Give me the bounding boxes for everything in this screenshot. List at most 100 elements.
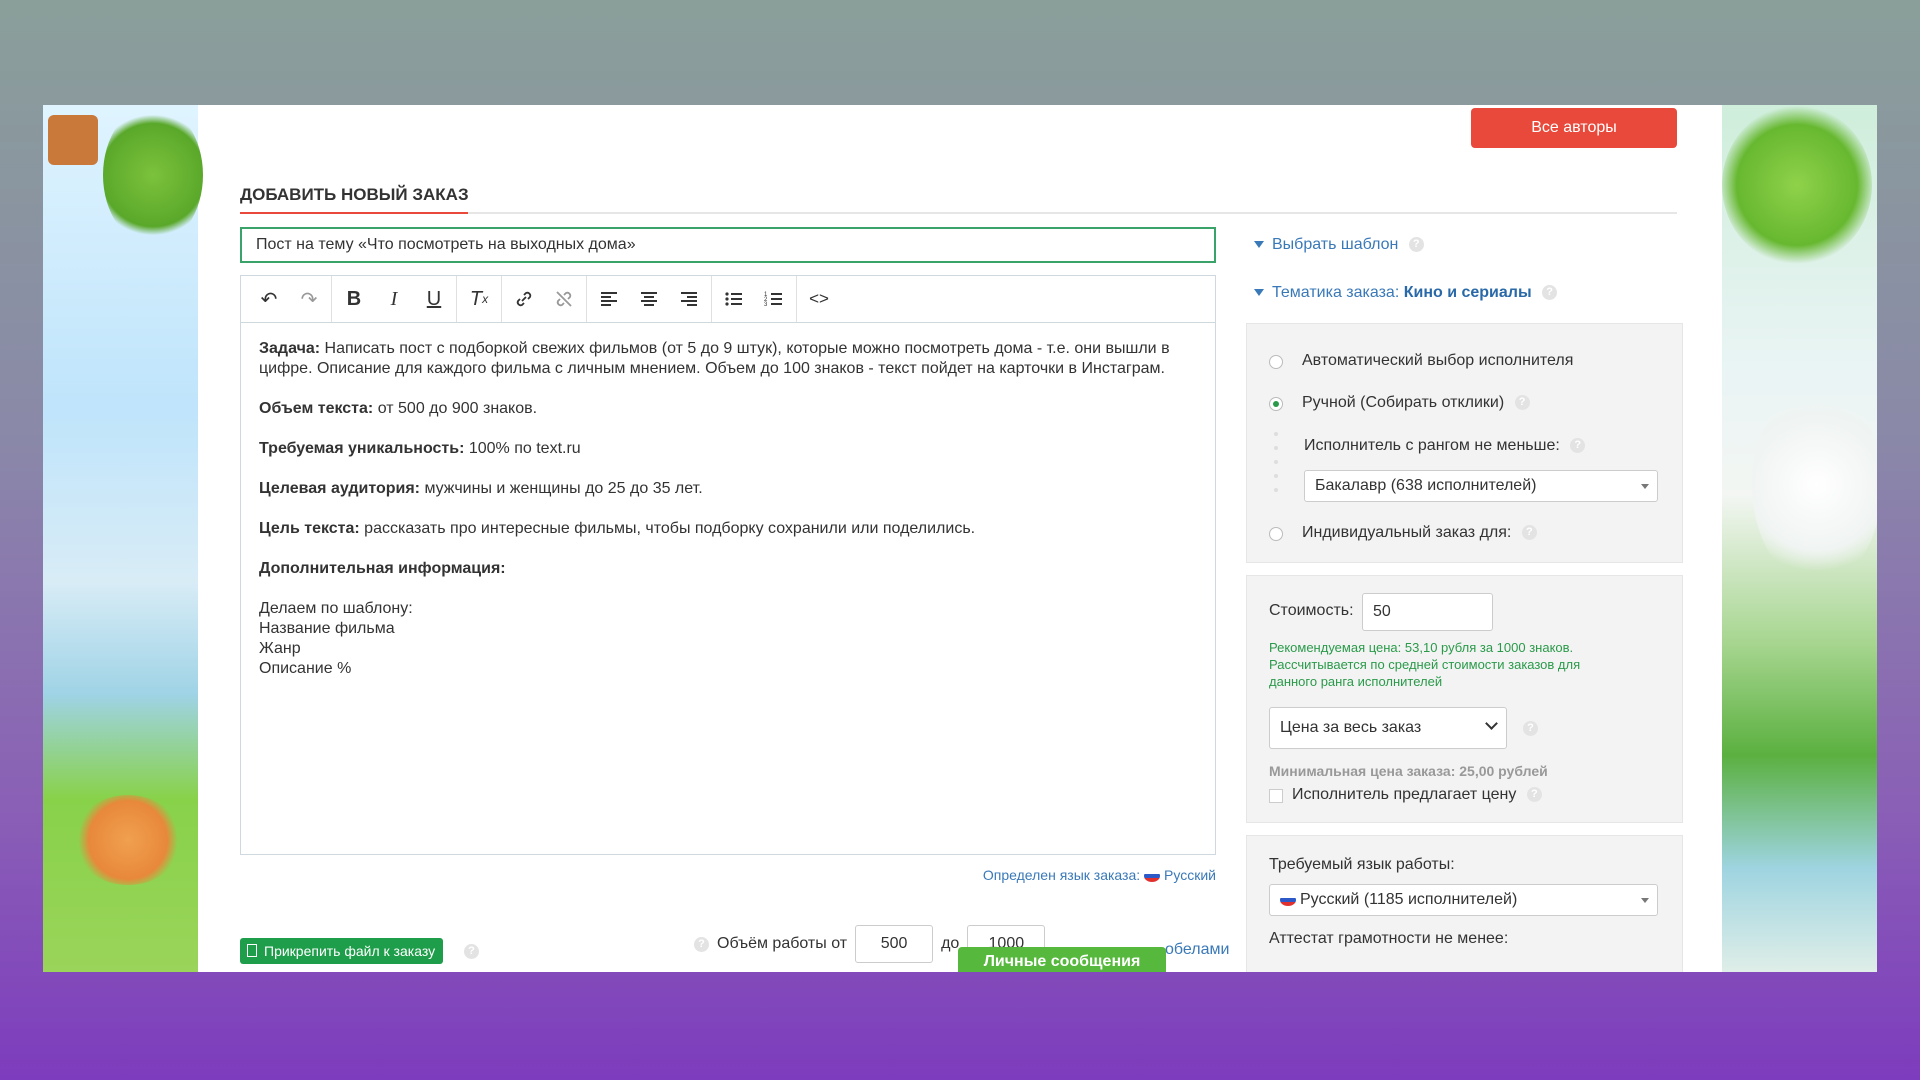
help-icon[interactable]: ? <box>464 944 479 959</box>
recommend-line: Рассчитывается по средней стоимости зака… <box>1269 657 1581 672</box>
attach-file-button[interactable]: Прикрепить файл к заказу <box>240 938 444 964</box>
work-volume-label: Объём работы от <box>717 935 848 952</box>
clear-format-icon[interactable]: Tx <box>459 276 499 322</box>
triangle-down-icon <box>1254 241 1264 249</box>
dot <box>1274 446 1278 450</box>
help-icon[interactable]: ? <box>1542 285 1558 301</box>
template-line: Описание % <box>259 660 352 677</box>
choose-template-toggle[interactable]: Выбрать шаблон ? <box>1254 236 1424 254</box>
help-icon[interactable]: ? <box>1570 438 1586 454</box>
cat-illustration <box>73 795 183 885</box>
manual-select-text: Ручной (Собирать отклики) <box>1302 394 1505 411</box>
russia-flag-icon <box>1280 893 1296 906</box>
goal-label: Цель текста: <box>259 520 360 537</box>
audience-label: Целевая аудитория: <box>259 480 420 497</box>
bold-icon[interactable]: B <box>334 276 374 322</box>
uniqueness-text: 100% по text.ru <box>464 440 581 457</box>
bulleted-list-icon[interactable] <box>714 276 754 322</box>
rich-text-editor[interactable]: ↶ ↷ B I U Tx 1 2 3 <> Задача: Написать п… <box>240 275 1216 855</box>
help-icon[interactable]: ? <box>1526 787 1542 803</box>
cost-input[interactable]: 50 <box>1362 593 1493 631</box>
decorative-left-banner <box>43 105 203 972</box>
align-right-icon[interactable] <box>669 276 709 322</box>
redo-icon[interactable]: ↷ <box>289 276 329 322</box>
logo-icon <box>48 115 98 165</box>
help-icon[interactable]: ? <box>1523 721 1538 736</box>
caret-down-icon <box>1641 484 1649 489</box>
all-authors-button[interactable]: Все авторы <box>1471 108 1677 148</box>
help-icon[interactable]: ? <box>694 936 709 952</box>
file-icon <box>247 944 257 957</box>
spaces-link[interactable]: обелами <box>1165 941 1229 959</box>
detected-language-value[interactable]: Русский <box>1164 867 1216 883</box>
recommend-line: Рекомендуемая цена: 53,10 рубля за 1000 … <box>1269 640 1574 655</box>
help-icon[interactable]: ? <box>1408 237 1424 253</box>
svg-text:3: 3 <box>764 302 768 308</box>
pricing-panel: Стоимость: 50 Рекомендуемая цена: 53,10 … <box>1246 575 1683 823</box>
order-subject-input[interactable]: Пост на тему «Что посмотреть на выходных… <box>240 227 1216 263</box>
work-language-value: Русский (1185 исполнителей) <box>1300 891 1518 908</box>
task-label: Задача: <box>259 340 321 357</box>
rank-label-text: Исполнитель с рангом не меньше: <box>1304 437 1560 454</box>
undo-icon[interactable]: ↶ <box>249 276 289 322</box>
price-type-value: Цена за весь заказ <box>1280 719 1422 736</box>
rank-label: Исполнитель с рангом не меньше: ? <box>1304 437 1586 455</box>
triangle-down-icon <box>1254 289 1264 297</box>
performer-offers-checkbox[interactable] <box>1269 789 1283 803</box>
volume-text: от 500 до 900 знаков. <box>373 400 538 417</box>
task-paragraph: Задача: Написать пост с подборкой свежих… <box>259 339 1197 379</box>
detected-language: Определен язык заказа: Русский <box>240 867 1216 883</box>
main-content: Все авторы ДОБАВИТЬ НОВЫЙ ЗАКАЗ Пост на … <box>198 105 1722 972</box>
volume-to-label: до <box>941 935 960 952</box>
task-text: Написать пост с подборкой свежих фильмов… <box>259 340 1170 377</box>
detected-language-label: Определен язык заказа: <box>982 867 1141 883</box>
price-type-select[interactable]: Цена за весь заказ <box>1269 707 1507 749</box>
decorative-right-banner <box>1722 105 1877 972</box>
dot <box>1274 474 1278 478</box>
work-language-label: Требуемый язык работы: <box>1269 856 1455 873</box>
audience-text: мужчины и женщины до 25 до 35 лет. <box>420 480 703 497</box>
performer-selection-panel: Автоматический выбор исполнителя Ручной … <box>1246 323 1683 563</box>
align-left-icon[interactable] <box>589 276 629 322</box>
underline-icon[interactable]: U <box>414 276 454 322</box>
performer-offers-label: Исполнитель предлагает цену ? <box>1292 786 1542 804</box>
recommend-line: данного ранга исполнителей <box>1269 674 1443 689</box>
template-line: Жанр <box>259 640 301 657</box>
attach-file-label: Прикрепить файл к заказу <box>264 943 436 959</box>
toolbar-divider <box>586 276 587 322</box>
help-icon[interactable]: ? <box>1514 395 1530 411</box>
app-frame: Все авторы ДОБАВИТЬ НОВЫЙ ЗАКАЗ Пост на … <box>43 105 1877 972</box>
editor-content[interactable]: Задача: Написать пост с подборкой свежих… <box>241 323 1215 695</box>
extra-paragraph: Дополнительная информация: <box>259 559 1197 579</box>
extra-label: Дополнительная информация: <box>259 560 506 577</box>
link-icon[interactable] <box>504 276 544 322</box>
help-icon[interactable]: ? <box>1521 525 1537 541</box>
align-center-icon[interactable] <box>629 276 669 322</box>
dot <box>1274 460 1278 464</box>
uniqueness-label: Требуемая уникальность: <box>259 440 465 457</box>
toolbar-divider <box>456 276 457 322</box>
individual-order-radio[interactable] <box>1269 527 1283 541</box>
volume-label: Объем текста: <box>259 400 374 417</box>
toolbar-divider <box>331 276 332 322</box>
manual-select-label: Ручной (Собирать отклики) ? <box>1302 394 1530 412</box>
russia-flag-icon <box>1144 870 1161 883</box>
private-messages-tab[interactable]: Личные сообщения <box>958 947 1166 972</box>
manual-select-radio[interactable] <box>1269 397 1283 411</box>
performer-offers-text: Исполнитель предлагает цену <box>1292 786 1517 803</box>
volume-from-input[interactable]: 500 <box>855 925 934 963</box>
italic-icon[interactable]: I <box>374 276 414 322</box>
topic-toggle[interactable]: Тематика заказа: Кино и сериалы ? <box>1254 284 1558 302</box>
numbered-list-icon[interactable]: 123 <box>754 276 794 322</box>
rank-select[interactable]: Бакалавр (638 исполнителей) <box>1304 470 1658 502</box>
unlink-icon[interactable] <box>544 276 584 322</box>
auto-select-label: Автоматический выбор исполнителя <box>1302 352 1574 369</box>
dot <box>1274 432 1278 436</box>
editor-toolbar: ↶ ↷ B I U Tx 1 2 3 <> <box>241 276 1215 323</box>
chevron-down-icon <box>1485 717 1498 730</box>
rank-select-value: Бакалавр (638 исполнителей) <box>1315 477 1537 494</box>
recommended-price-note: Рекомендуемая цена: 53,10 рубля за 1000 … <box>1269 639 1580 690</box>
work-language-select[interactable]: Русский (1185 исполнителей) <box>1269 884 1658 916</box>
auto-select-radio[interactable] <box>1269 355 1283 369</box>
source-code-icon[interactable]: <> <box>799 276 839 322</box>
